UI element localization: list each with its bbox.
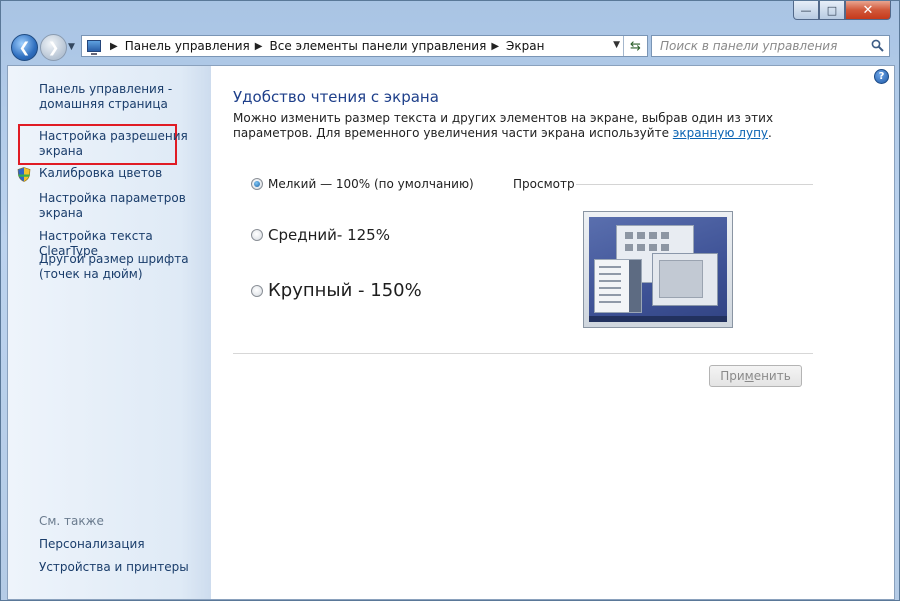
task-pane: Панель управления - домашняя страница На… bbox=[8, 66, 211, 599]
close-button[interactable]: ✕ bbox=[845, 1, 891, 20]
window-frame: — □ ✕ ❮ ❯ ▼ ▶ Панель управления ▶ Все эл… bbox=[0, 0, 900, 601]
option-large-label[interactable]: Крупный - 150% bbox=[268, 280, 422, 301]
navigation-bar: ❮ ❯ ▼ ▶ Панель управления ▶ Все элементы… bbox=[7, 31, 895, 63]
forward-arrow-icon: ❯ bbox=[47, 39, 60, 56]
preview-label: Просмотр bbox=[513, 177, 575, 191]
preview-screen bbox=[589, 217, 727, 322]
help-icon[interactable]: ? bbox=[874, 69, 889, 84]
minimize-button[interactable]: — bbox=[793, 1, 819, 20]
sidebar-item-devices-printers[interactable]: Устройства и принтеры bbox=[39, 560, 207, 575]
refresh-icon: ⇆ bbox=[630, 38, 641, 54]
caption-buttons: — □ ✕ bbox=[793, 1, 891, 21]
chevron-right-icon[interactable]: ▶ bbox=[491, 41, 499, 52]
option-medium[interactable]: Средний- 125% bbox=[251, 226, 390, 244]
radio-small[interactable] bbox=[251, 178, 263, 190]
search-icon[interactable] bbox=[871, 39, 884, 52]
preview-window-list bbox=[594, 259, 642, 313]
section-divider bbox=[233, 353, 813, 354]
title-bar[interactable]: — □ ✕ bbox=[1, 1, 899, 27]
content-area: Панель управления - домашняя страница На… bbox=[7, 65, 895, 600]
chevron-right-icon[interactable]: ▶ bbox=[255, 41, 263, 52]
apply-label-start: При bbox=[720, 369, 745, 383]
breadcrumb-control-panel[interactable]: Панель управления bbox=[125, 39, 250, 53]
breadcrumb-all-items[interactable]: Все элементы панели управления bbox=[269, 39, 486, 53]
sidebar-item-color-calibration[interactable]: Калибровка цветов bbox=[39, 166, 207, 181]
address-dropdown-icon[interactable]: ▼ bbox=[613, 40, 620, 50]
uac-shield-icon bbox=[17, 167, 31, 182]
preview-image bbox=[583, 211, 733, 328]
see-also-heading: См. также bbox=[39, 514, 104, 528]
magnifier-link[interactable]: экранную лупу bbox=[673, 126, 768, 140]
radio-medium[interactable] bbox=[251, 229, 263, 241]
address-bar[interactable]: ▶ Панель управления ▶ Все элементы панел… bbox=[81, 35, 648, 57]
sidebar-home-link[interactable]: Панель управления - домашняя страница bbox=[39, 82, 207, 112]
back-button[interactable]: ❮ bbox=[11, 34, 38, 61]
forward-button[interactable]: ❯ bbox=[40, 34, 67, 61]
radio-large[interactable] bbox=[251, 284, 263, 297]
preview-divider bbox=[576, 184, 813, 185]
apply-label-accesskey: м bbox=[744, 369, 754, 383]
page-title: Удобство чтения с экрана bbox=[233, 88, 439, 106]
page-description: Можно изменить размер текста и других эл… bbox=[233, 111, 813, 141]
apply-button[interactable]: При м енить bbox=[709, 365, 802, 387]
preview-taskbar bbox=[589, 316, 727, 322]
apply-label-end: енить bbox=[753, 369, 791, 383]
refresh-button[interactable]: ⇆ bbox=[623, 36, 647, 56]
chevron-right-icon[interactable]: ▶ bbox=[110, 41, 118, 52]
preview-window-front bbox=[652, 253, 718, 306]
sidebar-item-custom-dpi[interactable]: Другой размер шрифта (точек на дюйм) bbox=[39, 252, 207, 282]
back-arrow-icon: ❮ bbox=[18, 39, 31, 56]
sidebar-item-screen-resolution[interactable]: Настройка разрешения экрана bbox=[39, 129, 207, 159]
option-small[interactable]: Мелкий — 100% (по умолчанию) bbox=[251, 177, 474, 191]
option-medium-label[interactable]: Средний- 125% bbox=[268, 226, 390, 244]
maximize-button[interactable]: □ bbox=[819, 1, 845, 20]
search-box[interactable]: Поиск в панели управления bbox=[651, 35, 890, 57]
recent-pages-dropdown[interactable]: ▼ bbox=[68, 42, 75, 52]
control-panel-icon bbox=[87, 40, 101, 55]
sidebar-item-personalization[interactable]: Персонализация bbox=[39, 537, 207, 552]
option-large[interactable]: Крупный - 150% bbox=[251, 280, 422, 301]
option-small-label[interactable]: Мелкий — 100% (по умолчанию) bbox=[268, 177, 474, 191]
sidebar-item-display-settings[interactable]: Настройка параметров экрана bbox=[39, 191, 207, 221]
description-end: . bbox=[768, 126, 772, 140]
search-input[interactable]: Поиск в панели управления bbox=[660, 39, 837, 53]
breadcrumb-display[interactable]: Экран bbox=[506, 39, 544, 53]
